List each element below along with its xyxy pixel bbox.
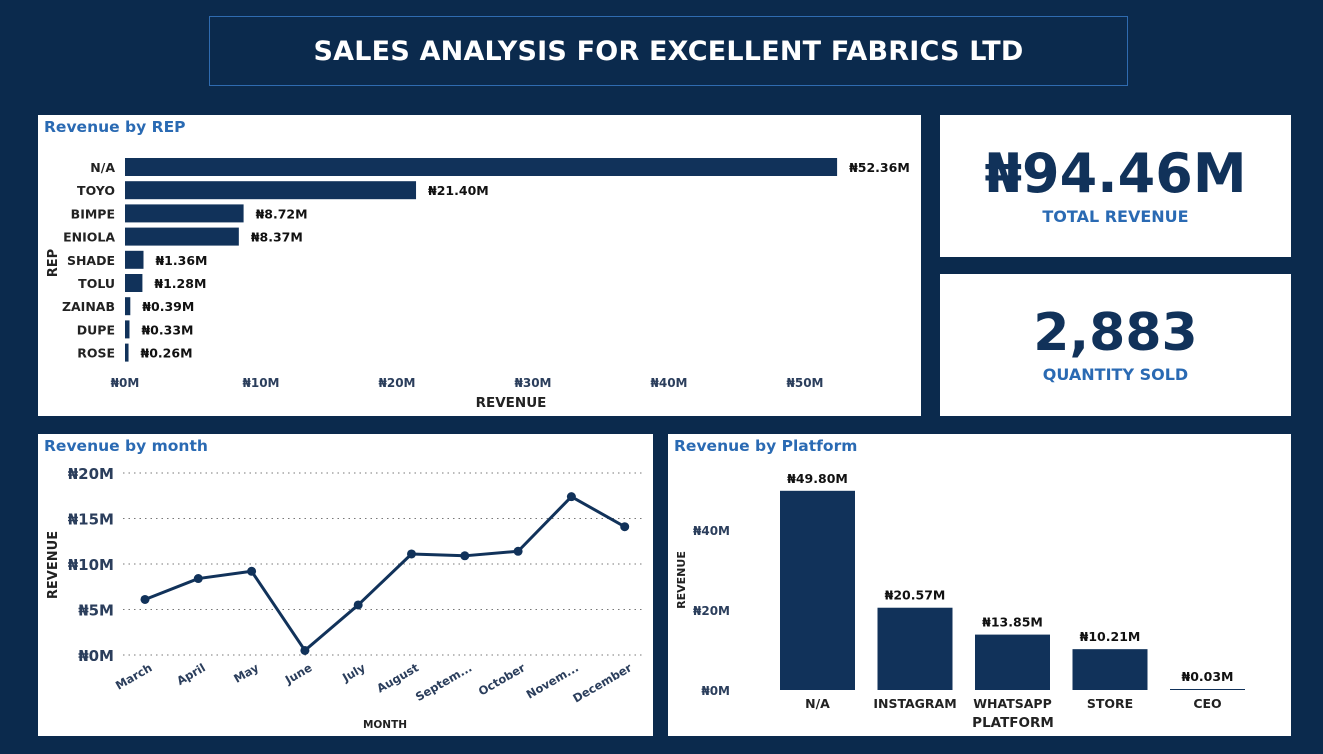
- month-data-point: [193, 574, 203, 584]
- month-x-axis-title: MONTH: [363, 719, 407, 731]
- month-data-point: [353, 600, 363, 610]
- platform-bar: [975, 634, 1050, 690]
- rep-chart-panel: Revenue by REP N/A ₦52.36M TOYO ₦21.40M BIMP…: [38, 115, 921, 416]
- rep-bar: [125, 227, 239, 246]
- rep-data-label: ₦0.26M: [141, 346, 193, 361]
- rep-category-label: TOYO: [77, 183, 115, 198]
- platform-x-tick-label: WHATSAPP: [973, 696, 1051, 711]
- rep-category-label: BIMPE: [71, 206, 115, 221]
- rep-data-label: ₦1.28M: [154, 276, 206, 291]
- platform-y-axis-title: REVENUE: [675, 551, 688, 609]
- month-y-axis-title: REVENUE: [46, 531, 61, 599]
- rep-bar: [125, 343, 129, 362]
- month-data-point: [460, 551, 470, 561]
- rep-bar: [125, 181, 417, 200]
- rep-category-label: ENIOLA: [63, 230, 115, 245]
- platform-chart-title: Revenue by Platform: [674, 437, 858, 455]
- rep-x-tick-label: ₦50M: [787, 376, 824, 390]
- rep-data-label: ₦8.72M: [256, 206, 308, 221]
- platform-data-label: ₦13.85M: [982, 615, 1043, 630]
- platform-y-tick-label: ₦0M: [701, 684, 730, 698]
- month-x-tick-label: July: [339, 660, 368, 685]
- platform-data-label: ₦0.03M: [1182, 669, 1234, 684]
- rep-bar: [125, 274, 143, 292]
- rep-x-tick-label: ₦40M: [651, 376, 688, 390]
- platform-y-tick-label: ₦40M: [693, 524, 730, 538]
- rep-x-tick-label: ₦30M: [515, 376, 552, 390]
- quantity-sold-card: 2,883 QUANTITY SOLD: [940, 274, 1291, 416]
- month-chart: ₦0M₦5M₦10M₦15M₦20MMarch April May June July A…: [46, 465, 643, 731]
- month-data-point: [300, 645, 310, 655]
- rep-bar: [125, 204, 244, 223]
- platform-data-label: ₦49.80M: [787, 471, 848, 486]
- rep-y-axis-title: REP: [46, 249, 61, 277]
- platform-x-axis-title: PLATFORM: [972, 715, 1054, 731]
- month-series-line: [144, 495, 626, 652]
- rep-x-tick-label: ₦0M: [111, 376, 140, 390]
- month-chart-panel: Revenue by month ₦0M ₦5M ₦10M ₦15M ₦20M March…: [38, 434, 653, 736]
- month-y-tick-label: ₦5M: [78, 602, 114, 620]
- month-y-tick-label: ₦20M: [68, 465, 114, 483]
- rep-category-label: ROSE: [77, 346, 115, 361]
- rep-data-label: ₦52.36M: [849, 160, 910, 175]
- rep-category-label: SHADE: [67, 253, 115, 268]
- rep-x-tick-label: ₦20M: [379, 376, 416, 390]
- rep-chart-title: Revenue by REP: [44, 118, 186, 136]
- platform-x-tick-label: INSTAGRAM: [873, 696, 956, 711]
- month-x-tick-label: October: [476, 660, 528, 698]
- rep-category-label: DUPE: [77, 322, 115, 337]
- platform-x-tick-label: STORE: [1087, 696, 1133, 711]
- month-x-tick-label: December: [570, 660, 634, 705]
- month-data-point: [140, 594, 150, 604]
- month-x-tick-label: April: [174, 660, 208, 687]
- rep-category-label: TOLU: [78, 276, 115, 291]
- platform-x-tick-label: N/A: [805, 696, 830, 711]
- rep-bar: [125, 250, 144, 269]
- month-data-point: [566, 492, 576, 502]
- month-chart-title: Revenue by month: [44, 437, 208, 455]
- total-revenue-value: ₦94.46M: [984, 141, 1247, 205]
- platform-chart: ₦0M ₦20M ₦40M ₦49.80M N/A ₦20.57M INSTAGRAM ₦13…: [675, 471, 1245, 731]
- month-x-tick-label: Septem...: [413, 660, 474, 703]
- rep-category-label: ZAINAB: [62, 299, 115, 314]
- rep-data-label: ₦8.37M: [251, 230, 303, 245]
- total-revenue-label: TOTAL REVENUE: [1042, 206, 1189, 226]
- platform-bar: [1072, 649, 1148, 690]
- platform-data-label: ₦20.57M: [885, 588, 946, 603]
- month-y-tick-label: ₦10M: [68, 556, 114, 574]
- month-x-tick-label: May: [231, 660, 261, 686]
- rep-chart: N/A ₦52.36M TOYO ₦21.40M BIMPE ₦8.72M ENIOLA ₦8…: [46, 158, 910, 411]
- platform-x-tick-label: CEO: [1193, 696, 1221, 711]
- rep-data-label: ₦1.36M: [155, 253, 207, 268]
- month-x-tick-label: March: [113, 660, 155, 692]
- rep-data-label: ₦0.39M: [142, 299, 194, 314]
- month-data-point: [247, 566, 257, 576]
- month-y-tick-label: ₦0M: [78, 647, 114, 665]
- platform-bar: [1170, 689, 1245, 690]
- rep-bar: [125, 320, 130, 339]
- quantity-sold-label: QUANTITY SOLD: [1042, 364, 1189, 384]
- month-y-tick-label: ₦15M: [68, 511, 114, 529]
- rep-category-label: N/A: [90, 160, 115, 175]
- platform-data-label: ₦10.21M: [1080, 629, 1141, 644]
- rep-bar: [125, 158, 838, 176]
- total-revenue-card: ₦94.46M TOTAL REVENUE: [940, 115, 1291, 257]
- month-x-tick-label: June: [282, 660, 315, 687]
- rep-bar: [125, 297, 131, 316]
- platform-bar: [877, 607, 953, 690]
- month-data-point: [620, 522, 630, 532]
- dashboard-header: SALES ANALYSIS FOR EXCELLENT FABRICS LTD: [209, 16, 1128, 86]
- quantity-sold-value: 2,883: [1033, 302, 1198, 363]
- platform-chart-panel: Revenue by Platform ₦0M ₦20M ₦40M ₦49.80M N/…: [668, 434, 1291, 736]
- page-title: SALES ANALYSIS FOR EXCELLENT FABRICS LTD: [313, 35, 1024, 67]
- month-data-point: [407, 549, 416, 559]
- rep-data-label: ₦0.33M: [141, 322, 193, 337]
- platform-bar: [780, 490, 855, 690]
- month-data-point: [513, 546, 523, 556]
- rep-x-axis-title: REVENUE: [476, 395, 547, 411]
- rep-data-label: ₦21.40M: [428, 183, 489, 198]
- platform-y-tick-label: ₦20M: [693, 604, 730, 618]
- rep-x-tick-label: ₦10M: [243, 376, 280, 390]
